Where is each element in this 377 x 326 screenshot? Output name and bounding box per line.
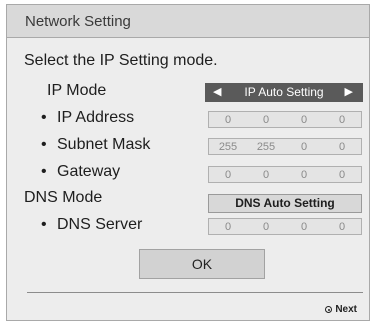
bullet-icon: • — [41, 136, 47, 153]
ip-mode-selector[interactable]: ◀ IP Auto Setting ▶ — [205, 83, 363, 102]
dns-mode-label: DNS Mode — [24, 189, 103, 206]
ip-mode-value: IP Auto Setting — [244, 85, 324, 99]
title-bar: Network Setting — [7, 5, 369, 38]
octet: 0 — [224, 113, 232, 126]
dns-server-field[interactable]: 0 0 0 0 — [208, 218, 362, 235]
dns-server-label: DNS Server — [57, 216, 143, 233]
bullet-icon: • — [41, 163, 47, 180]
octet: 0 — [262, 220, 270, 233]
right-arrow-icon[interactable]: ▶ — [345, 83, 353, 102]
octet: 0 — [300, 168, 308, 181]
left-arrow-icon[interactable]: ◀ — [213, 83, 221, 102]
ip-address-label-row: • IP Address — [41, 109, 134, 127]
octet: 0 — [300, 220, 308, 233]
ip-mode-label: IP Mode — [47, 82, 107, 99]
ip-address-label: IP Address — [57, 109, 135, 126]
network-setting-dialog: Network Setting Select the IP Setting mo… — [6, 4, 370, 321]
octet: 0 — [338, 168, 346, 181]
next-hint: Next — [325, 304, 357, 315]
octet: 0 — [262, 168, 270, 181]
dialog-title: Network Setting — [25, 13, 131, 30]
ok-button[interactable]: OK — [139, 249, 265, 279]
octet: 0 — [300, 140, 308, 153]
gateway-field[interactable]: 0 0 0 0 — [208, 166, 362, 183]
bullet-icon: • — [41, 216, 47, 233]
subnet-mask-label: Subnet Mask — [57, 136, 151, 153]
octet: 0 — [300, 113, 308, 126]
ok-button-icon — [325, 306, 333, 313]
gateway-label-row: • Gateway — [41, 163, 120, 181]
octet: 0 — [338, 220, 346, 233]
octet: 0 — [224, 220, 232, 233]
instruction-text: Select the IP Setting mode. — [24, 52, 218, 69]
dns-server-label-row: • DNS Server — [41, 216, 142, 234]
octet: 0 — [338, 113, 346, 126]
subnet-mask-label-row: • Subnet Mask — [41, 136, 150, 154]
octet: 255 — [256, 140, 276, 153]
dns-mode-selector[interactable]: DNS Auto Setting — [208, 194, 362, 213]
octet: 0 — [338, 140, 346, 153]
subnet-mask-field[interactable]: 255 255 0 0 — [208, 138, 362, 155]
octet: 0 — [224, 168, 232, 181]
octet: 255 — [218, 140, 238, 153]
next-label: Next — [335, 304, 357, 315]
ip-address-field[interactable]: 0 0 0 0 — [208, 111, 362, 128]
bullet-icon: • — [41, 109, 47, 126]
gateway-label: Gateway — [57, 163, 121, 180]
octet: 0 — [262, 113, 270, 126]
footer-divider — [27, 292, 363, 293]
